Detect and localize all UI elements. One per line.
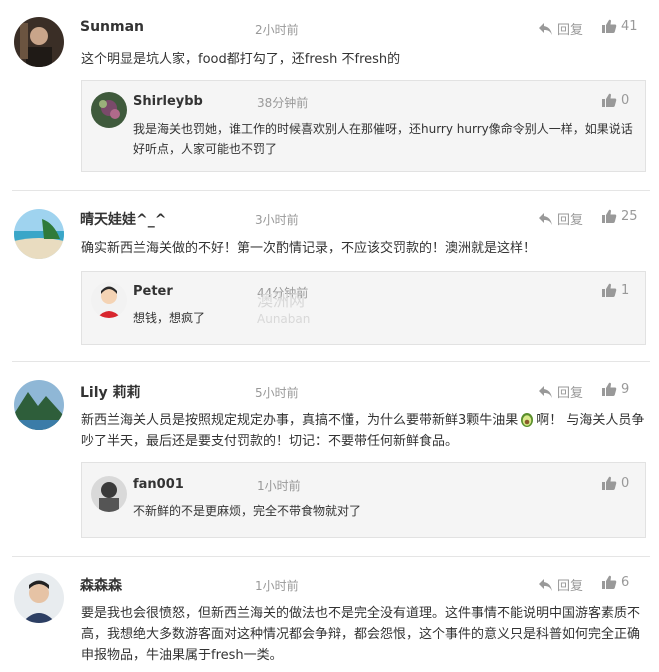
- reply-button[interactable]: 回复: [538, 19, 583, 38]
- thumbs-up-icon: [602, 19, 617, 33]
- thumbs-up-icon: [602, 209, 617, 223]
- reply-like-count: 0: [621, 93, 630, 108]
- timestamp: 1小时前: [255, 579, 299, 593]
- thumbs-up-icon: [602, 283, 617, 297]
- avocado-emoji-icon: [521, 413, 534, 427]
- reply-timestamp: 38分钟前: [257, 96, 309, 110]
- comment-text: 这个明显是坑人家，food都打勾了，还fresh 不fresh的: [81, 52, 401, 67]
- timestamp: 5小时前: [255, 386, 299, 400]
- reply-label: 回复: [557, 386, 584, 401]
- timestamp: 2小时前: [255, 23, 299, 37]
- reply-label: 回复: [557, 579, 584, 594]
- avatar[interactable]: [14, 17, 64, 67]
- thumbs-up-icon: [602, 575, 617, 589]
- comment-text: 新西兰海关人员是按照规定规定办事，真搞不懂，为什么要带新鲜3颗牛油果 啊！ 与海关…: [81, 410, 646, 452]
- username[interactable]: Lily 莉莉: [80, 382, 141, 402]
- reply-username[interactable]: fan001: [133, 477, 184, 492]
- reply-avatar[interactable]: [91, 282, 127, 318]
- reply-like-count: 0: [621, 476, 630, 491]
- reply-icon: [539, 22, 552, 35]
- like-button[interactable]: 6: [602, 575, 629, 590]
- avatar[interactable]: [14, 209, 64, 259]
- reply-box: Peter 44分钟前 1 想钱，想疯了 澳洲网 Aunaban: [81, 271, 646, 345]
- reply-box: Shirleybb 38分钟前 0 我是海关也罚她，谁工作的时候喜欢别人在那催呀…: [81, 80, 646, 172]
- reply-text: 不新鲜的不是更麻烦，完全不带食物就对了: [133, 504, 362, 518]
- like-button[interactable]: 25: [602, 209, 638, 224]
- comment-text: 确实新西兰海关做的不好！第一次酌情记录，不应该交罚款的！澳洲就是这样！: [81, 241, 537, 256]
- watermark: 澳洲网 Aunaban: [257, 292, 310, 328]
- reply-username[interactable]: Shirleybb: [133, 94, 203, 109]
- divider: [12, 556, 650, 557]
- reply-like-button[interactable]: 1: [602, 283, 629, 298]
- avatar[interactable]: [14, 380, 64, 430]
- reply-button[interactable]: 回复: [538, 209, 583, 228]
- like-count: 41: [621, 19, 638, 34]
- thumbs-up-icon: [602, 382, 617, 396]
- comment-text: 要是我也会很愤怒，但新西兰海关的做法也不是完全没有道理。这件事情不能说明中国游客…: [81, 606, 641, 663]
- reply-label: 回复: [557, 23, 584, 38]
- avatar[interactable]: [14, 573, 64, 623]
- reply-button[interactable]: 回复: [538, 575, 583, 594]
- like-count: 25: [621, 209, 638, 224]
- like-button[interactable]: 9: [602, 382, 629, 397]
- reply-box: fan001 1小时前 0 不新鲜的不是更麻烦，完全不带食物就对了: [81, 462, 646, 538]
- reply-icon: [539, 212, 552, 225]
- comment-text-part: 新西兰海关人员是按照规定规定办事，真搞不懂，为什么要带新鲜3颗牛油果: [81, 413, 519, 428]
- reply-label: 回复: [557, 213, 584, 228]
- reply-icon: [539, 385, 552, 398]
- like-count: 9: [621, 382, 630, 397]
- username[interactable]: 森森森: [80, 575, 122, 595]
- watermark-en: Aunaban: [257, 312, 311, 326]
- reply-username[interactable]: Peter: [133, 284, 173, 299]
- divider: [12, 361, 650, 362]
- reply-avatar[interactable]: [91, 476, 127, 512]
- watermark-cn: 澳洲网: [257, 291, 306, 310]
- divider: [12, 190, 650, 191]
- timestamp: 3小时前: [255, 213, 299, 227]
- thumbs-up-icon: [602, 93, 617, 107]
- username[interactable]: Sunman: [80, 19, 144, 35]
- reply-button[interactable]: 回复: [538, 382, 583, 401]
- reply-like-button[interactable]: 0: [602, 93, 629, 108]
- reply-icon: [539, 578, 552, 591]
- reply-like-count: 1: [621, 283, 630, 298]
- username[interactable]: 晴天娃娃^_^: [80, 209, 166, 229]
- thumbs-up-icon: [602, 476, 617, 490]
- like-count: 6: [621, 575, 630, 590]
- reply-avatar[interactable]: [91, 92, 127, 128]
- reply-text: 想钱，想疯了: [133, 311, 206, 325]
- reply-like-button[interactable]: 0: [602, 476, 629, 491]
- reply-timestamp: 1小时前: [257, 479, 301, 493]
- reply-text: 我是海关也罚她，谁工作的时候喜欢别人在那催呀，还hurry hurry像命令别人…: [133, 122, 633, 156]
- like-button[interactable]: 41: [602, 19, 638, 34]
